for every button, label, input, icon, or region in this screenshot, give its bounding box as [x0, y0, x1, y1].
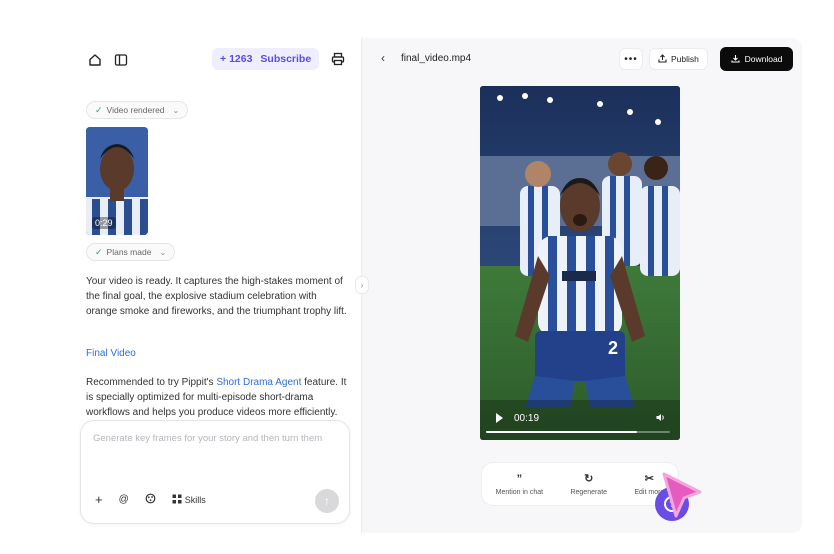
play-icon[interactable]	[496, 413, 503, 423]
download-icon	[731, 54, 740, 65]
printer-icon[interactable]	[329, 50, 347, 68]
skills-icon	[172, 494, 182, 506]
preview-toolbar: ‹ final_video.mp4 ••• Publish Download	[363, 46, 802, 72]
short-drama-agent-link[interactable]: Short Drama Agent	[216, 377, 301, 388]
volume-icon[interactable]	[656, 413, 666, 424]
skills-button[interactable]: Skills	[172, 494, 206, 506]
jersey-number: 2	[608, 338, 618, 358]
preview-panel: ‹ final_video.mp4 ••• Publish Download 2…	[363, 38, 802, 533]
plus-icon: +	[220, 53, 227, 65]
action-mention-in-chat[interactable]: ” Mention in chat	[496, 473, 543, 496]
thumbnail-duration: 0:29	[92, 217, 116, 229]
check-icon: ✓	[95, 246, 103, 257]
collapse-panel-button[interactable]: ›	[355, 276, 369, 294]
credits-badge[interactable]: + 1263 Subscribe	[212, 48, 320, 70]
chat-composer[interactable]: Generate key frames for your story and t…	[80, 420, 350, 524]
video-frame-image: 2	[480, 86, 680, 440]
credits-count: 1263	[229, 53, 253, 65]
subscribe-button[interactable]: Subscribe	[260, 53, 311, 65]
action-label: Mention in chat	[495, 488, 544, 496]
recommendation-message: Recommended to try Pippit's Short Drama …	[86, 377, 347, 418]
video-thumbnail[interactable]: 0:29	[86, 127, 148, 235]
refresh-icon: ↻	[584, 473, 594, 485]
arrow-up-icon: ↑	[324, 494, 330, 508]
publish-button[interactable]: Publish	[649, 48, 708, 70]
final-video-link[interactable]: Final Video	[86, 346, 348, 361]
download-button[interactable]: Download	[720, 47, 793, 71]
chat-panel: + 1263 Subscribe ✓ Video rendered ⌄ 0:29…	[72, 38, 362, 533]
video-time: 00:19	[514, 413, 540, 424]
style-icon[interactable]	[145, 493, 156, 507]
video-player[interactable]: 2 00:19	[480, 86, 680, 440]
chevron-down-icon: ⌄	[159, 247, 167, 257]
sidebar-toggle-icon[interactable]	[112, 51, 130, 69]
quote-icon: ”	[516, 472, 523, 485]
send-button[interactable]: ↑	[315, 489, 339, 513]
more-button[interactable]: •••	[619, 48, 643, 70]
composer-tools: + @ Skills	[95, 492, 206, 507]
chevron-down-icon: ⌄	[172, 105, 180, 115]
video-controls: 00:19	[480, 400, 680, 440]
pointer-cursor-icon	[662, 472, 702, 518]
scissors-icon: ✂	[644, 473, 654, 485]
add-icon[interactable]: +	[95, 492, 103, 507]
video-action-bar: ” Mention in chat ↻ Regenerate ✂ Edit more	[481, 462, 679, 506]
video-rendered-pill[interactable]: ✓ Video rendered ⌄	[86, 101, 189, 119]
share-icon	[658, 53, 667, 65]
plans-made-pill[interactable]: ✓ Plans made ⌄	[86, 243, 176, 261]
composer-input[interactable]: Generate key frames for your story and t…	[93, 433, 338, 444]
home-icon[interactable]	[86, 51, 104, 69]
back-arrow-icon[interactable]: ‹	[381, 51, 385, 65]
action-regenerate[interactable]: ↻ Regenerate	[570, 472, 607, 496]
mention-icon[interactable]: @	[119, 494, 129, 505]
assistant-message: Your video is ready. It captures the hig…	[86, 276, 347, 317]
action-label: Regenerate	[570, 489, 608, 496]
check-icon: ✓	[95, 104, 103, 115]
video-progress-fill	[486, 431, 637, 433]
video-progress-bar[interactable]	[486, 431, 670, 433]
app-window: + 1263 Subscribe ✓ Video rendered ⌄ 0:29…	[72, 38, 802, 533]
chevron-right-icon: ›	[360, 280, 364, 290]
file-name: final_video.mp4	[401, 53, 472, 64]
